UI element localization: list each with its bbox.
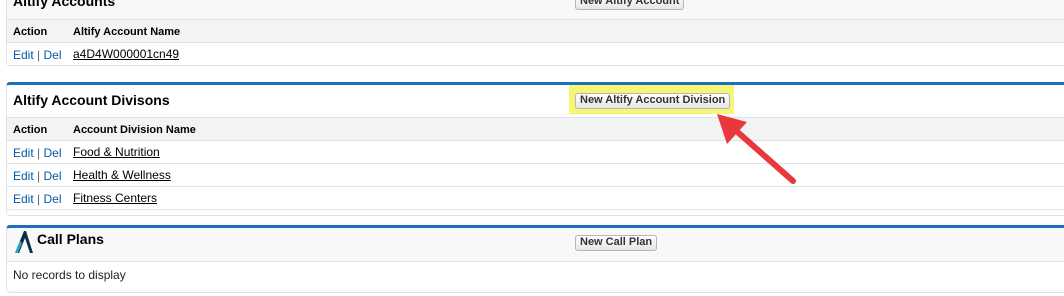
delete-link[interactable]: Del <box>43 48 61 62</box>
edit-link[interactable]: Edit <box>13 169 34 183</box>
row-actions: Edit | Del <box>13 48 62 62</box>
row-actions: Edit | Del <box>13 192 62 206</box>
altify-accounts-section: Altify Accounts New Altify Account Actio… <box>6 0 1064 66</box>
division-name-link[interactable]: Fitness Centers <box>73 191 157 205</box>
table-header: Action Account Division Name <box>7 118 1064 141</box>
column-header-action: Action <box>13 26 48 38</box>
section-title: Altify Accounts <box>13 0 116 9</box>
column-header-action: Action <box>13 124 48 136</box>
delete-link[interactable]: Del <box>43 169 61 183</box>
annotation-arrow-icon <box>717 114 796 184</box>
section-title: Altify Account Divisons <box>13 92 170 108</box>
edit-link[interactable]: Edit <box>13 146 34 160</box>
column-header-account-name: Altify Account Name <box>73 26 181 38</box>
account-name-link[interactable]: a4D4W000001cn49 <box>73 47 179 61</box>
table-row: Edit | Del Health & Wellness <box>7 164 1064 187</box>
new-altify-account-button[interactable]: New Altify Account <box>575 0 685 10</box>
altify-logo-icon <box>15 231 33 253</box>
divisions-table: Action Account Division Name Edit | Del … <box>7 117 1064 210</box>
call-plans-table: No records to display <box>7 261 1064 290</box>
delete-link[interactable]: Del <box>43 192 61 206</box>
table-row: Edit | Del Fitness Centers <box>7 187 1064 210</box>
new-altify-account-division-button[interactable]: New Altify Account Division <box>575 93 731 109</box>
accounts-table: Action Altify Account Name Edit | Del a4… <box>7 19 1064 66</box>
section-title: Call Plans <box>37 231 104 247</box>
edit-link[interactable]: Edit <box>13 192 34 206</box>
division-name-link[interactable]: Food & Nutrition <box>73 145 160 159</box>
delete-link[interactable]: Del <box>43 146 61 160</box>
new-call-plan-button[interactable]: New Call Plan <box>575 235 658 251</box>
row-actions: Edit | Del <box>13 169 62 183</box>
division-name-link[interactable]: Health & Wellness <box>73 168 171 182</box>
edit-link[interactable]: Edit <box>13 48 34 62</box>
table-header: Action Altify Account Name <box>7 20 1064 43</box>
table-row: Edit | Del Food & Nutrition <box>7 141 1064 164</box>
empty-state-text: No records to display <box>13 268 126 282</box>
table-row: Edit | Del a4D4W000001cn49 <box>7 43 1064 66</box>
altify-account-divisions-section: Altify Account Divisons New Altify Accou… <box>6 82 1064 216</box>
column-header-division-name: Account Division Name <box>73 124 196 136</box>
call-plans-section: Call Plans New Call Plan No records to d… <box>6 225 1064 293</box>
row-actions: Edit | Del <box>13 146 62 160</box>
